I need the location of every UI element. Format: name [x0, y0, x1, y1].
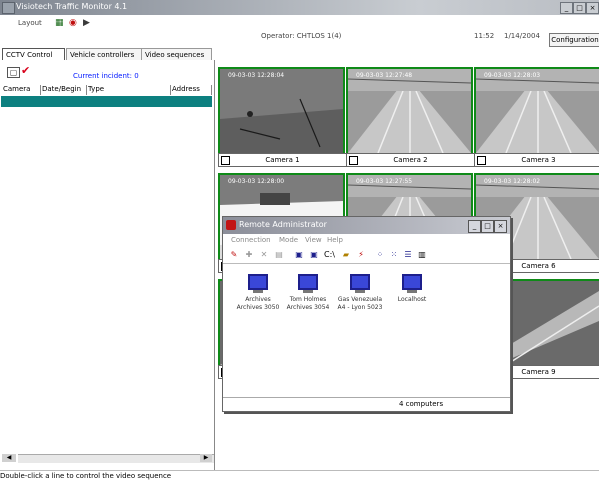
remote-admin-close-button[interactable]: ×	[494, 220, 507, 233]
full-control-icon[interactable]: ▣	[294, 250, 304, 260]
camera-feed[interactable]: 09-03-03 12:28:04	[218, 67, 345, 155]
remote-admin-toolbar: ✎ ✚ ✕ ▤ ▣ ▣ C:\ ▰ ⚡ ⁘ ⁙ ☰ ▥	[223, 248, 510, 264]
camera-tile[interactable]: 09-03-03 12:27:48 Camera 2	[346, 67, 475, 169]
camera-tile[interactable]: 09-03-03 12:28:04 Camera 1	[218, 67, 347, 169]
list-view-icon[interactable]: ☰	[403, 250, 413, 260]
computer-stand	[355, 290, 365, 293]
computer-icon[interactable]	[248, 274, 268, 290]
connect-icon[interactable]: ✎	[229, 250, 239, 260]
details-view-icon[interactable]: ▥	[417, 250, 427, 260]
camera-select-checkbox[interactable]	[349, 156, 358, 165]
remote-admin-status: 4 computers	[223, 397, 510, 411]
computer-icon[interactable]	[350, 274, 370, 290]
status-bar: Double-click a line to control the video…	[0, 470, 599, 482]
record-icon[interactable]: ◉	[69, 18, 77, 28]
remote-admin-window[interactable]: Remote Administrator _ □ × Connection Mo…	[222, 216, 511, 412]
computer-count: 4 computers	[399, 400, 444, 408]
camera-label[interactable]: Camera 1	[218, 153, 347, 167]
camera-name: Camera 1	[265, 156, 300, 164]
computer-item[interactable]: Archives Archives 3050	[231, 274, 285, 312]
title-bar: Visiotech Traffic Monitor 4.1 _ □ ×	[0, 0, 599, 15]
maximize-button[interactable]: □	[573, 2, 586, 14]
camera-timestamp: 09-03-03 12:27:48	[356, 72, 413, 79]
scroll-left-icon[interactable]: ◀	[2, 454, 16, 462]
camera-name: Camera 2	[393, 156, 428, 164]
window-title: Visiotech Traffic Monitor 4.1	[16, 2, 128, 11]
grid-view-icon[interactable]: ▦	[55, 18, 64, 28]
large-icons-icon[interactable]: ⁘	[375, 250, 385, 260]
filter-icon[interactable]: ▢	[7, 67, 20, 78]
column-header-camera[interactable]: Camera	[3, 85, 41, 95]
operator-label: Operator: CHTLOS 1(4)	[261, 32, 342, 40]
delete-icon[interactable]: ✕	[259, 250, 269, 260]
horizontal-scrollbar[interactable]	[18, 454, 214, 463]
computer-item[interactable]: Tom Holmes Archives 3054	[281, 274, 335, 312]
minimize-button[interactable]: _	[560, 2, 573, 14]
computer-stand	[303, 290, 313, 293]
scroll-right-icon[interactable]: ▶	[200, 454, 212, 462]
small-icons-icon[interactable]: ⁙	[389, 250, 399, 260]
camera-timestamp: 09-03-03 12:28:03	[484, 72, 541, 79]
computer-stand	[253, 290, 263, 293]
camera-timestamp: 09-03-03 12:28:02	[484, 178, 541, 185]
computer-stand	[407, 290, 417, 293]
remote-admin-title-bar[interactable]: Remote Administrator _ □ ×	[223, 217, 510, 234]
camera-select-checkbox[interactable]	[477, 156, 486, 165]
menu-help[interactable]: Help	[327, 236, 343, 244]
view-only-icon[interactable]: ▣	[309, 250, 319, 260]
menu-mode[interactable]: Mode	[279, 236, 298, 244]
computer-item[interactable]: Localhost	[385, 274, 439, 304]
computer-label: Tom Holmes Archives 3054	[286, 296, 330, 311]
add-computer-icon[interactable]: ✚	[244, 250, 254, 260]
incident-panel	[1, 60, 215, 470]
camera-label[interactable]: Camera 3	[474, 153, 599, 167]
toolbar: Layout ▦ ◉ ▶ Operator: CHTLOS 1(4) 11:52…	[0, 15, 599, 47]
file-transfer-icon[interactable]: ▰	[341, 250, 351, 260]
properties-icon[interactable]: ▤	[274, 250, 284, 260]
camera-name: Camera 3	[521, 156, 556, 164]
camera-feed[interactable]: 09-03-03 12:28:03	[474, 67, 599, 155]
computer-label: Gas Venezuela A4 - Lyon 5023	[337, 296, 383, 311]
camera-timestamp: 09-03-03 12:27:55	[356, 178, 413, 185]
computer-icon[interactable]	[298, 274, 318, 290]
column-header-date[interactable]: Date/Begin	[42, 85, 87, 95]
shutdown-icon[interactable]: ⚡	[356, 250, 366, 260]
remote-admin-title: Remote Administrator	[239, 220, 327, 229]
column-header-address[interactable]: Address	[172, 85, 212, 95]
layout-label[interactable]: Layout	[18, 19, 42, 27]
camera-name: Camera 9	[521, 368, 556, 376]
clock-date: 1/14/2004	[504, 32, 540, 40]
camera-label[interactable]: Camera 2	[346, 153, 475, 167]
table-row-selected[interactable]	[1, 96, 212, 107]
remote-admin-menu: Connection Mode View Help	[223, 236, 510, 247]
configuration-button[interactable]: Configuration	[549, 33, 599, 47]
app-icon	[2, 2, 15, 14]
camera-name: Camera 6	[521, 262, 556, 270]
close-button[interactable]: ×	[586, 2, 599, 14]
telnet-icon[interactable]: C:\	[324, 250, 335, 260]
play-icon[interactable]: ▶	[83, 18, 90, 28]
menu-connection[interactable]: Connection	[231, 236, 271, 244]
checkmark-icon[interactable]: ✔	[21, 64, 30, 77]
camera-select-checkbox[interactable]	[221, 156, 230, 165]
camera-tile[interactable]: 09-03-03 12:28:03 Camera 3	[474, 67, 599, 169]
remote-admin-maximize-button[interactable]: □	[481, 220, 494, 233]
clock-time: 11:52	[474, 32, 495, 40]
camera-timestamp: 09-03-03 12:28:00	[228, 178, 285, 185]
computer-label: Localhost	[397, 296, 427, 303]
camera-timestamp: 09-03-03 12:28:04	[228, 72, 285, 79]
computer-item[interactable]: Gas Venezuela A4 - Lyon 5023	[333, 274, 387, 312]
computer-icon[interactable]	[402, 274, 422, 290]
computer-label: Archives Archives 3050	[236, 296, 280, 311]
camera-feed[interactable]: 09-03-03 12:27:48	[346, 67, 473, 155]
remote-admin-minimize-button[interactable]: _	[468, 220, 481, 233]
current-incident-label: Current incident: 0	[73, 72, 139, 80]
menu-view[interactable]: View	[305, 236, 322, 244]
remote-admin-icon	[226, 220, 236, 230]
column-header-type[interactable]: Type	[88, 85, 171, 95]
